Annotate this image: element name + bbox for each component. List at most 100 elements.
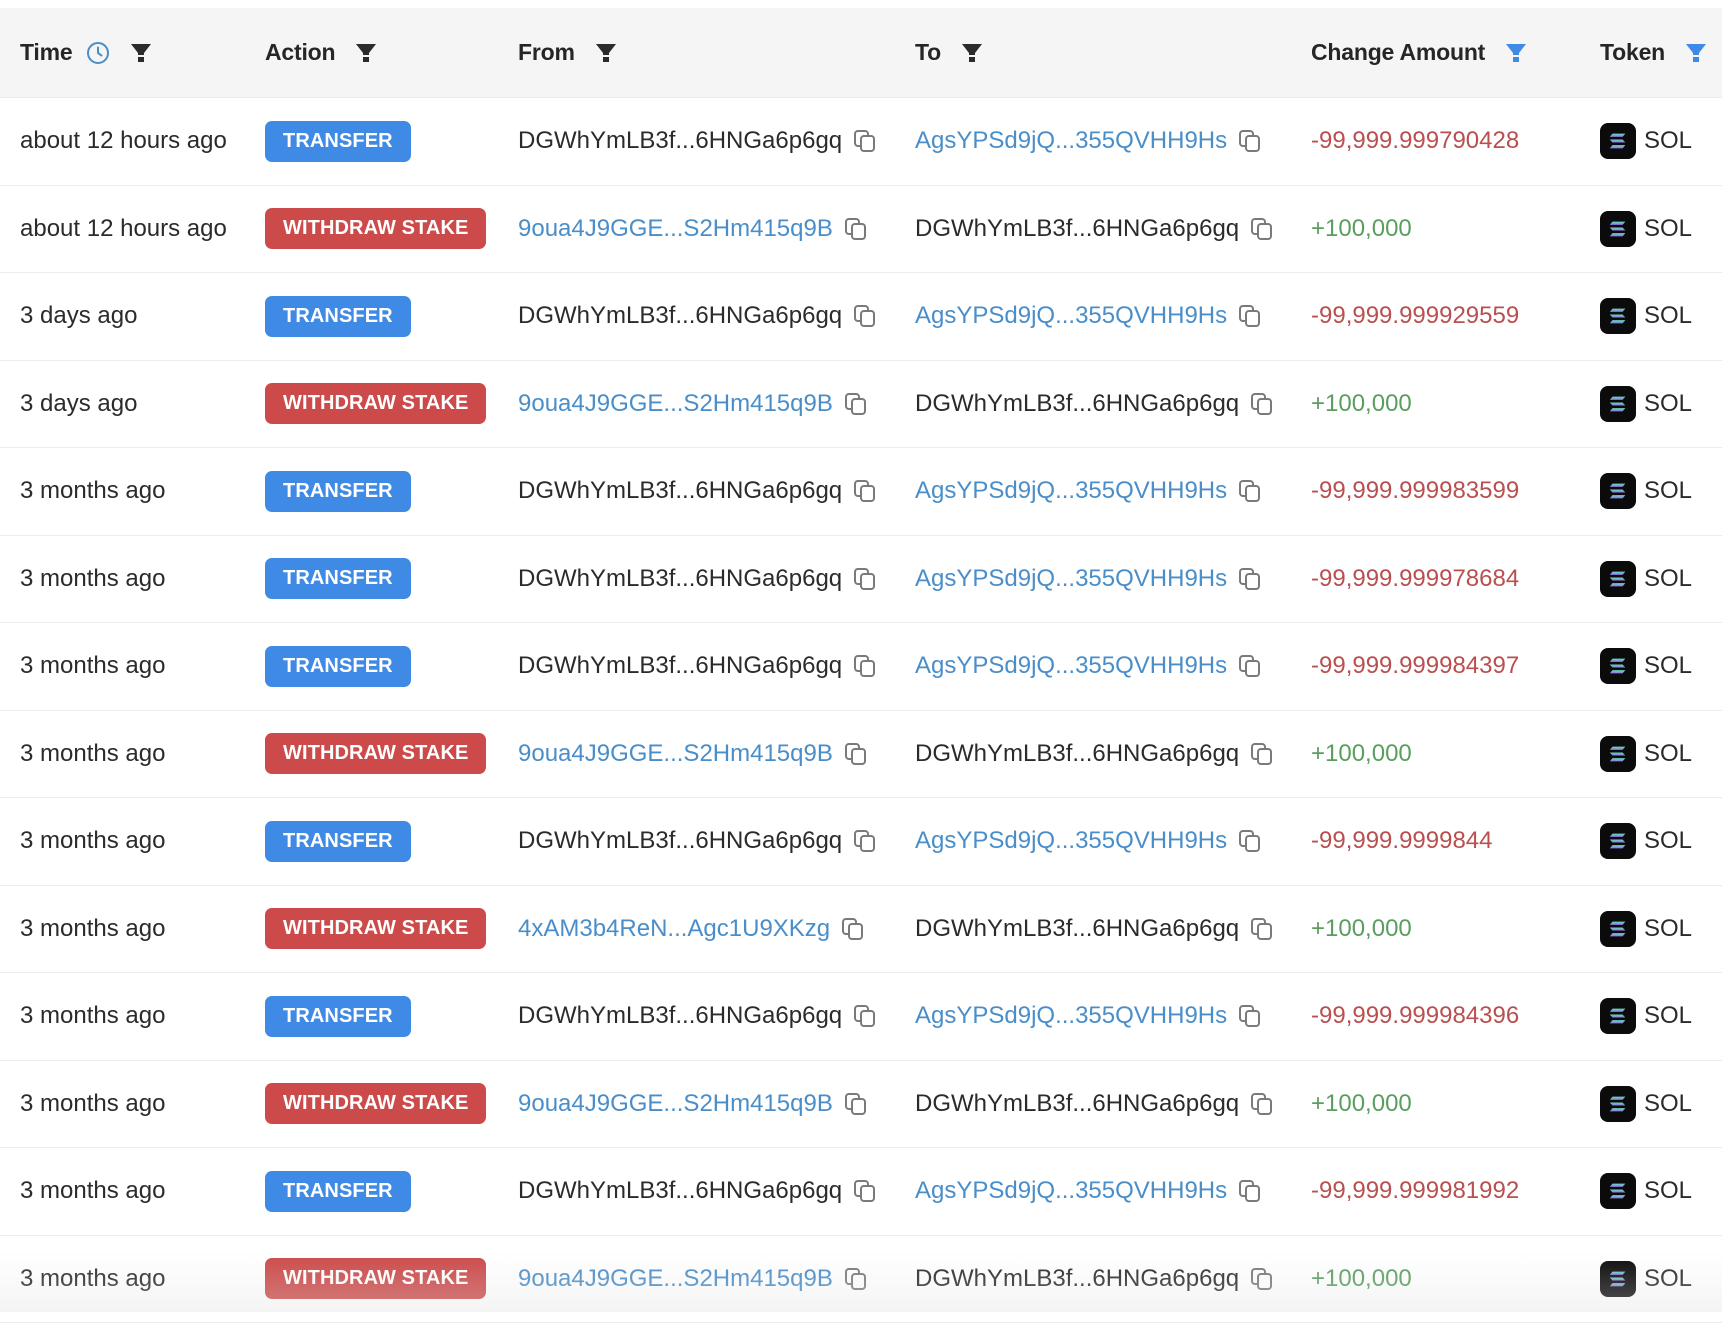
copy-icon[interactable]: [843, 391, 869, 417]
to-address[interactable]: AgsYPSd9jQ...355QVHH9Hs: [915, 127, 1227, 155]
action-cell: WITHDRAW STAKE: [265, 886, 486, 973]
copy-icon[interactable]: [1237, 1003, 1263, 1029]
to-address[interactable]: AgsYPSd9jQ...355QVHH9Hs: [915, 1002, 1227, 1030]
change-amount: +100,000: [1311, 215, 1412, 243]
column-label: Change Amount: [1311, 39, 1485, 66]
filter-icon[interactable]: [1685, 42, 1707, 64]
to-address[interactable]: AgsYPSd9jQ...355QVHH9Hs: [915, 1177, 1227, 1205]
clock-icon[interactable]: [86, 41, 110, 65]
copy-icon[interactable]: [852, 828, 878, 854]
table-row[interactable]: 3 months ago TRANSFER DGWhYmLB3f...6HNGa…: [0, 448, 1722, 536]
table-row[interactable]: 3 months ago WITHDRAW STAKE 9oua4J9GGE..…: [0, 1061, 1722, 1149]
table-row[interactable]: 3 months ago TRANSFER DGWhYmLB3f...6HNGa…: [0, 1148, 1722, 1236]
filter-icon[interactable]: [130, 42, 152, 64]
copy-icon[interactable]: [840, 916, 866, 942]
copy-icon[interactable]: [852, 1003, 878, 1029]
copy-icon[interactable]: [1249, 1091, 1275, 1117]
filter-icon[interactable]: [1505, 42, 1527, 64]
copy-icon[interactable]: [1237, 478, 1263, 504]
from-address[interactable]: 9oua4J9GGE...S2Hm415q9B: [518, 390, 833, 418]
column-label: From: [518, 39, 575, 66]
table-row[interactable]: 3 days ago WITHDRAW STAKE 9oua4J9GGE...S…: [0, 361, 1722, 449]
to-address[interactable]: AgsYPSd9jQ...355QVHH9Hs: [915, 652, 1227, 680]
table-row[interactable]: 3 months ago WITHDRAW STAKE 4xAM3b4ReN..…: [0, 886, 1722, 974]
copy-icon[interactable]: [852, 303, 878, 329]
copy-icon[interactable]: [852, 128, 878, 154]
from-cell: DGWhYmLB3f...6HNGa6p6gq: [518, 798, 878, 885]
solana-icon: [1600, 561, 1636, 597]
token-cell: SOL: [1600, 886, 1692, 973]
token-symbol[interactable]: SOL: [1644, 1002, 1692, 1030]
filter-icon[interactable]: [961, 42, 983, 64]
from-address[interactable]: 9oua4J9GGE...S2Hm415q9B: [518, 1090, 833, 1118]
action-badge: TRANSFER: [265, 646, 411, 687]
copy-icon[interactable]: [852, 566, 878, 592]
token-symbol[interactable]: SOL: [1644, 652, 1692, 680]
to-address[interactable]: AgsYPSd9jQ...355QVHH9Hs: [915, 302, 1227, 330]
copy-icon[interactable]: [852, 1178, 878, 1204]
table-header: Time Action From To Change Amount Token: [0, 8, 1722, 98]
solana-icon: [1600, 823, 1636, 859]
copy-icon[interactable]: [1237, 828, 1263, 854]
copy-icon[interactable]: [852, 653, 878, 679]
to-address[interactable]: AgsYPSd9jQ...355QVHH9Hs: [915, 565, 1227, 593]
from-address[interactable]: 9oua4J9GGE...S2Hm415q9B: [518, 1265, 833, 1293]
relative-time: 3 months ago: [20, 1177, 165, 1205]
to-cell: AgsYPSd9jQ...355QVHH9Hs: [915, 536, 1263, 623]
filter-icon[interactable]: [355, 42, 377, 64]
token-symbol[interactable]: SOL: [1644, 477, 1692, 505]
from-address[interactable]: 9oua4J9GGE...S2Hm415q9B: [518, 215, 833, 243]
copy-icon[interactable]: [1237, 653, 1263, 679]
copy-icon[interactable]: [1237, 566, 1263, 592]
copy-icon[interactable]: [843, 1091, 869, 1117]
action-cell: WITHDRAW STAKE: [265, 711, 486, 798]
token-symbol[interactable]: SOL: [1644, 565, 1692, 593]
action-badge: WITHDRAW STAKE: [265, 1258, 486, 1299]
to-cell: AgsYPSd9jQ...355QVHH9Hs: [915, 448, 1263, 535]
table-row[interactable]: 3 months ago TRANSFER DGWhYmLB3f...6HNGa…: [0, 973, 1722, 1061]
time-cell: 3 months ago: [20, 536, 165, 623]
token-symbol[interactable]: SOL: [1644, 827, 1692, 855]
token-symbol[interactable]: SOL: [1644, 915, 1692, 943]
change-amount: -99,999.999978684: [1311, 565, 1519, 593]
from-cell: DGWhYmLB3f...6HNGa6p6gq: [518, 623, 878, 710]
copy-icon[interactable]: [1249, 741, 1275, 767]
copy-icon[interactable]: [1249, 916, 1275, 942]
token-symbol[interactable]: SOL: [1644, 1177, 1692, 1205]
copy-icon[interactable]: [1249, 391, 1275, 417]
table-row[interactable]: about 12 hours ago WITHDRAW STAKE 9oua4J…: [0, 186, 1722, 274]
token-symbol[interactable]: SOL: [1644, 302, 1692, 330]
token-symbol[interactable]: SOL: [1644, 740, 1692, 768]
copy-icon[interactable]: [1237, 128, 1263, 154]
change-amount: +100,000: [1311, 390, 1412, 418]
change-amount: +100,000: [1311, 1090, 1412, 1118]
copy-icon[interactable]: [1237, 303, 1263, 329]
token-symbol[interactable]: SOL: [1644, 390, 1692, 418]
copy-icon[interactable]: [843, 1266, 869, 1292]
copy-icon[interactable]: [852, 478, 878, 504]
token-cell: SOL: [1600, 973, 1692, 1060]
copy-icon[interactable]: [1249, 1266, 1275, 1292]
to-address[interactable]: AgsYPSd9jQ...355QVHH9Hs: [915, 477, 1227, 505]
copy-icon[interactable]: [843, 216, 869, 242]
table-row[interactable]: 3 months ago WITHDRAW STAKE 9oua4J9GGE..…: [0, 711, 1722, 799]
filter-icon[interactable]: [595, 42, 617, 64]
token-cell: SOL: [1600, 798, 1692, 885]
table-row[interactable]: 3 days ago TRANSFER DGWhYmLB3f...6HNGa6p…: [0, 273, 1722, 361]
token-symbol[interactable]: SOL: [1644, 1265, 1692, 1293]
table-row[interactable]: 3 months ago WITHDRAW STAKE 9oua4J9GGE..…: [0, 1236, 1722, 1323]
from-address[interactable]: 4xAM3b4ReN...Agc1U9XKzg: [518, 915, 830, 943]
copy-icon[interactable]: [1237, 1178, 1263, 1204]
token-symbol[interactable]: SOL: [1644, 1090, 1692, 1118]
table-row[interactable]: 3 months ago TRANSFER DGWhYmLB3f...6HNGa…: [0, 798, 1722, 886]
to-address[interactable]: AgsYPSd9jQ...355QVHH9Hs: [915, 827, 1227, 855]
token-symbol[interactable]: SOL: [1644, 127, 1692, 155]
table-row[interactable]: 3 months ago TRANSFER DGWhYmLB3f...6HNGa…: [0, 623, 1722, 711]
from-address[interactable]: 9oua4J9GGE...S2Hm415q9B: [518, 740, 833, 768]
table-row[interactable]: 3 months ago TRANSFER DGWhYmLB3f...6HNGa…: [0, 536, 1722, 624]
token-symbol[interactable]: SOL: [1644, 215, 1692, 243]
copy-icon[interactable]: [843, 741, 869, 767]
copy-icon[interactable]: [1249, 216, 1275, 242]
table-row[interactable]: about 12 hours ago TRANSFER DGWhYmLB3f..…: [0, 98, 1722, 186]
from-cell: DGWhYmLB3f...6HNGa6p6gq: [518, 273, 878, 360]
